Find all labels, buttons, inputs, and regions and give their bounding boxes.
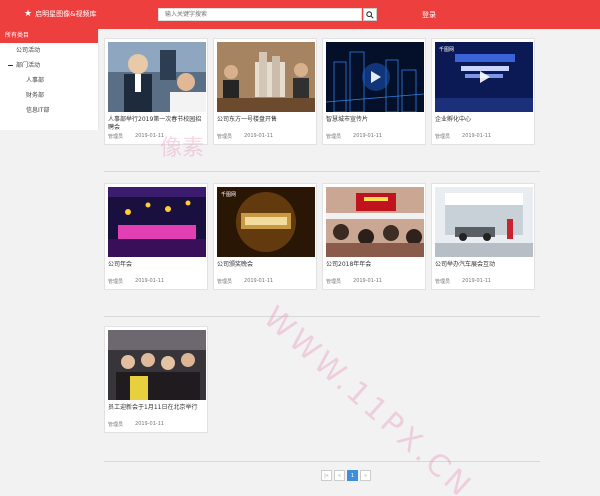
media-title[interactable]: 智慧城市宣传片 bbox=[326, 116, 424, 124]
media-title[interactable]: 公司东方一号楼盘开售 bbox=[217, 116, 315, 124]
media-meta: 管理员 2019-01-11 bbox=[326, 278, 424, 285]
media-card[interactable]: 智慧城市宣传片 管理员 2019-01-11 bbox=[322, 38, 426, 145]
search-input[interactable] bbox=[158, 8, 362, 21]
media-meta: 管理员 2019-01-11 bbox=[217, 278, 315, 285]
login-link[interactable]: 登录 bbox=[422, 10, 436, 20]
prev-page-button[interactable]: « bbox=[334, 470, 345, 481]
publish-date: 2019-01-11 bbox=[135, 421, 165, 427]
row-divider bbox=[104, 316, 540, 317]
media-card[interactable]: 人事部举行2019第一次春节校园招聘会管理员 2019-01-11 bbox=[104, 38, 208, 145]
media-meta: 管理员 2019-01-11 bbox=[435, 133, 533, 140]
media-meta: 管理员 2019-01-11 bbox=[435, 278, 533, 285]
video-thumbnail[interactable] bbox=[326, 42, 424, 112]
row-divider bbox=[104, 461, 540, 462]
author-name: 管理员 bbox=[435, 279, 451, 285]
media-title[interactable]: 企业孵化中心 bbox=[435, 116, 533, 124]
brand-title: 启明星图像&视频库 bbox=[35, 10, 97, 18]
publish-date: 2019-01-11 bbox=[353, 278, 383, 284]
media-meta: 管理员 2019-01-11 bbox=[108, 278, 206, 285]
image-thumbnail[interactable]: 千图网 bbox=[217, 187, 315, 257]
collapse-icon[interactable] bbox=[8, 65, 13, 66]
author-name: 管理员 bbox=[108, 279, 124, 285]
svg-text:千图网: 千图网 bbox=[439, 46, 454, 53]
image-thumbnail[interactable] bbox=[108, 187, 206, 257]
media-title[interactable]: 公司年会 bbox=[108, 261, 206, 269]
watermark-text: WWW.11PX.CN bbox=[256, 300, 480, 496]
next-page-button[interactable]: » bbox=[360, 470, 371, 481]
media-card[interactable]: 公司东方一号楼盘开售 管理员 2019-01-11 bbox=[213, 38, 317, 145]
video-thumbnail[interactable]: 千图网 bbox=[435, 42, 533, 112]
publish-date: 2019-01-11 bbox=[353, 133, 383, 139]
publish-date: 2019-01-11 bbox=[135, 133, 165, 139]
media-card[interactable]: 千图网企业孵化中心 管理员 2019-01-11 bbox=[431, 38, 535, 145]
brand-logo[interactable]: ★ 启明星图像&视频库 bbox=[24, 9, 97, 19]
media-title[interactable]: 公司2018年年会 bbox=[326, 261, 424, 269]
author-name: 管理员 bbox=[108, 422, 124, 428]
publish-date: 2019-01-11 bbox=[244, 278, 274, 284]
search-button[interactable] bbox=[363, 8, 377, 21]
image-thumbnail[interactable] bbox=[108, 330, 206, 400]
sidebar-item-finance[interactable]: 财务部 bbox=[0, 88, 98, 103]
publish-date: 2019-01-11 bbox=[462, 133, 492, 139]
media-card[interactable]: 公司2018年年会 管理员 2019-01-11 bbox=[322, 183, 426, 290]
image-thumbnail[interactable] bbox=[217, 42, 315, 112]
media-meta: 管理员 2019-01-11 bbox=[108, 133, 206, 140]
row-divider bbox=[104, 171, 540, 172]
media-title[interactable]: 人事部举行2019第一次春节校园招聘会 bbox=[108, 116, 206, 132]
pagination: |« « 1 » bbox=[321, 470, 371, 481]
author-name: 管理员 bbox=[108, 134, 124, 140]
author-name: 管理员 bbox=[217, 279, 233, 285]
image-thumbnail[interactable] bbox=[108, 42, 206, 112]
image-thumbnail[interactable] bbox=[326, 187, 424, 257]
media-card[interactable]: 员工迎新会于1月11日在北京举行 管理员 2019-01-11 bbox=[104, 326, 208, 433]
search-icon bbox=[366, 10, 374, 19]
sidebar-item-it[interactable]: 信息IT部 bbox=[0, 103, 98, 118]
publish-date: 2019-01-11 bbox=[244, 133, 274, 139]
author-name: 管理员 bbox=[326, 279, 342, 285]
media-meta: 管理员 2019-01-11 bbox=[108, 421, 206, 428]
sidebar-item-company-events[interactable]: 公司活动 bbox=[0, 43, 98, 58]
media-card[interactable]: 公司年会管理员 2019-01-11 bbox=[104, 183, 208, 290]
media-meta: 管理员 2019-01-11 bbox=[326, 133, 424, 140]
media-card[interactable]: 公司举办汽车展会互动 管理员 2019-01-11 bbox=[431, 183, 535, 290]
image-thumbnail[interactable] bbox=[435, 187, 533, 257]
media-title[interactable]: 公司颁奖晚会 bbox=[217, 261, 315, 269]
media-title[interactable]: 公司举办汽车展会互动 bbox=[435, 261, 533, 269]
author-name: 管理员 bbox=[326, 134, 342, 140]
media-meta: 管理员 2019-01-11 bbox=[217, 133, 315, 140]
publish-date: 2019-01-11 bbox=[462, 278, 492, 284]
author-name: 管理员 bbox=[435, 134, 451, 140]
sidebar-header-all-categories[interactable]: 所有类目 bbox=[0, 29, 98, 43]
sidebar-item-hr[interactable]: 人事部 bbox=[0, 73, 98, 88]
svg-text:千图网: 千图网 bbox=[221, 191, 236, 198]
sidebar-item-label: 部门活动 bbox=[16, 62, 41, 69]
media-title[interactable]: 员工迎新会于1月11日在北京举行 bbox=[108, 404, 206, 412]
star-icon: ★ bbox=[24, 8, 33, 19]
page-1-button[interactable]: 1 bbox=[347, 470, 358, 481]
top-navbar: ★ 启明星图像&视频库 登录 bbox=[0, 0, 600, 29]
publish-date: 2019-01-11 bbox=[135, 278, 165, 284]
first-page-button[interactable]: |« bbox=[321, 470, 332, 481]
category-sidebar: 所有类目 公司活动 部门活动 人事部 财务部 信息IT部 bbox=[0, 29, 99, 130]
sidebar-item-department-events[interactable]: 部门活动 bbox=[0, 58, 98, 73]
media-card[interactable]: 千图网公司颁奖晚会 管理员 2019-01-11 bbox=[213, 183, 317, 290]
author-name: 管理员 bbox=[217, 134, 233, 140]
